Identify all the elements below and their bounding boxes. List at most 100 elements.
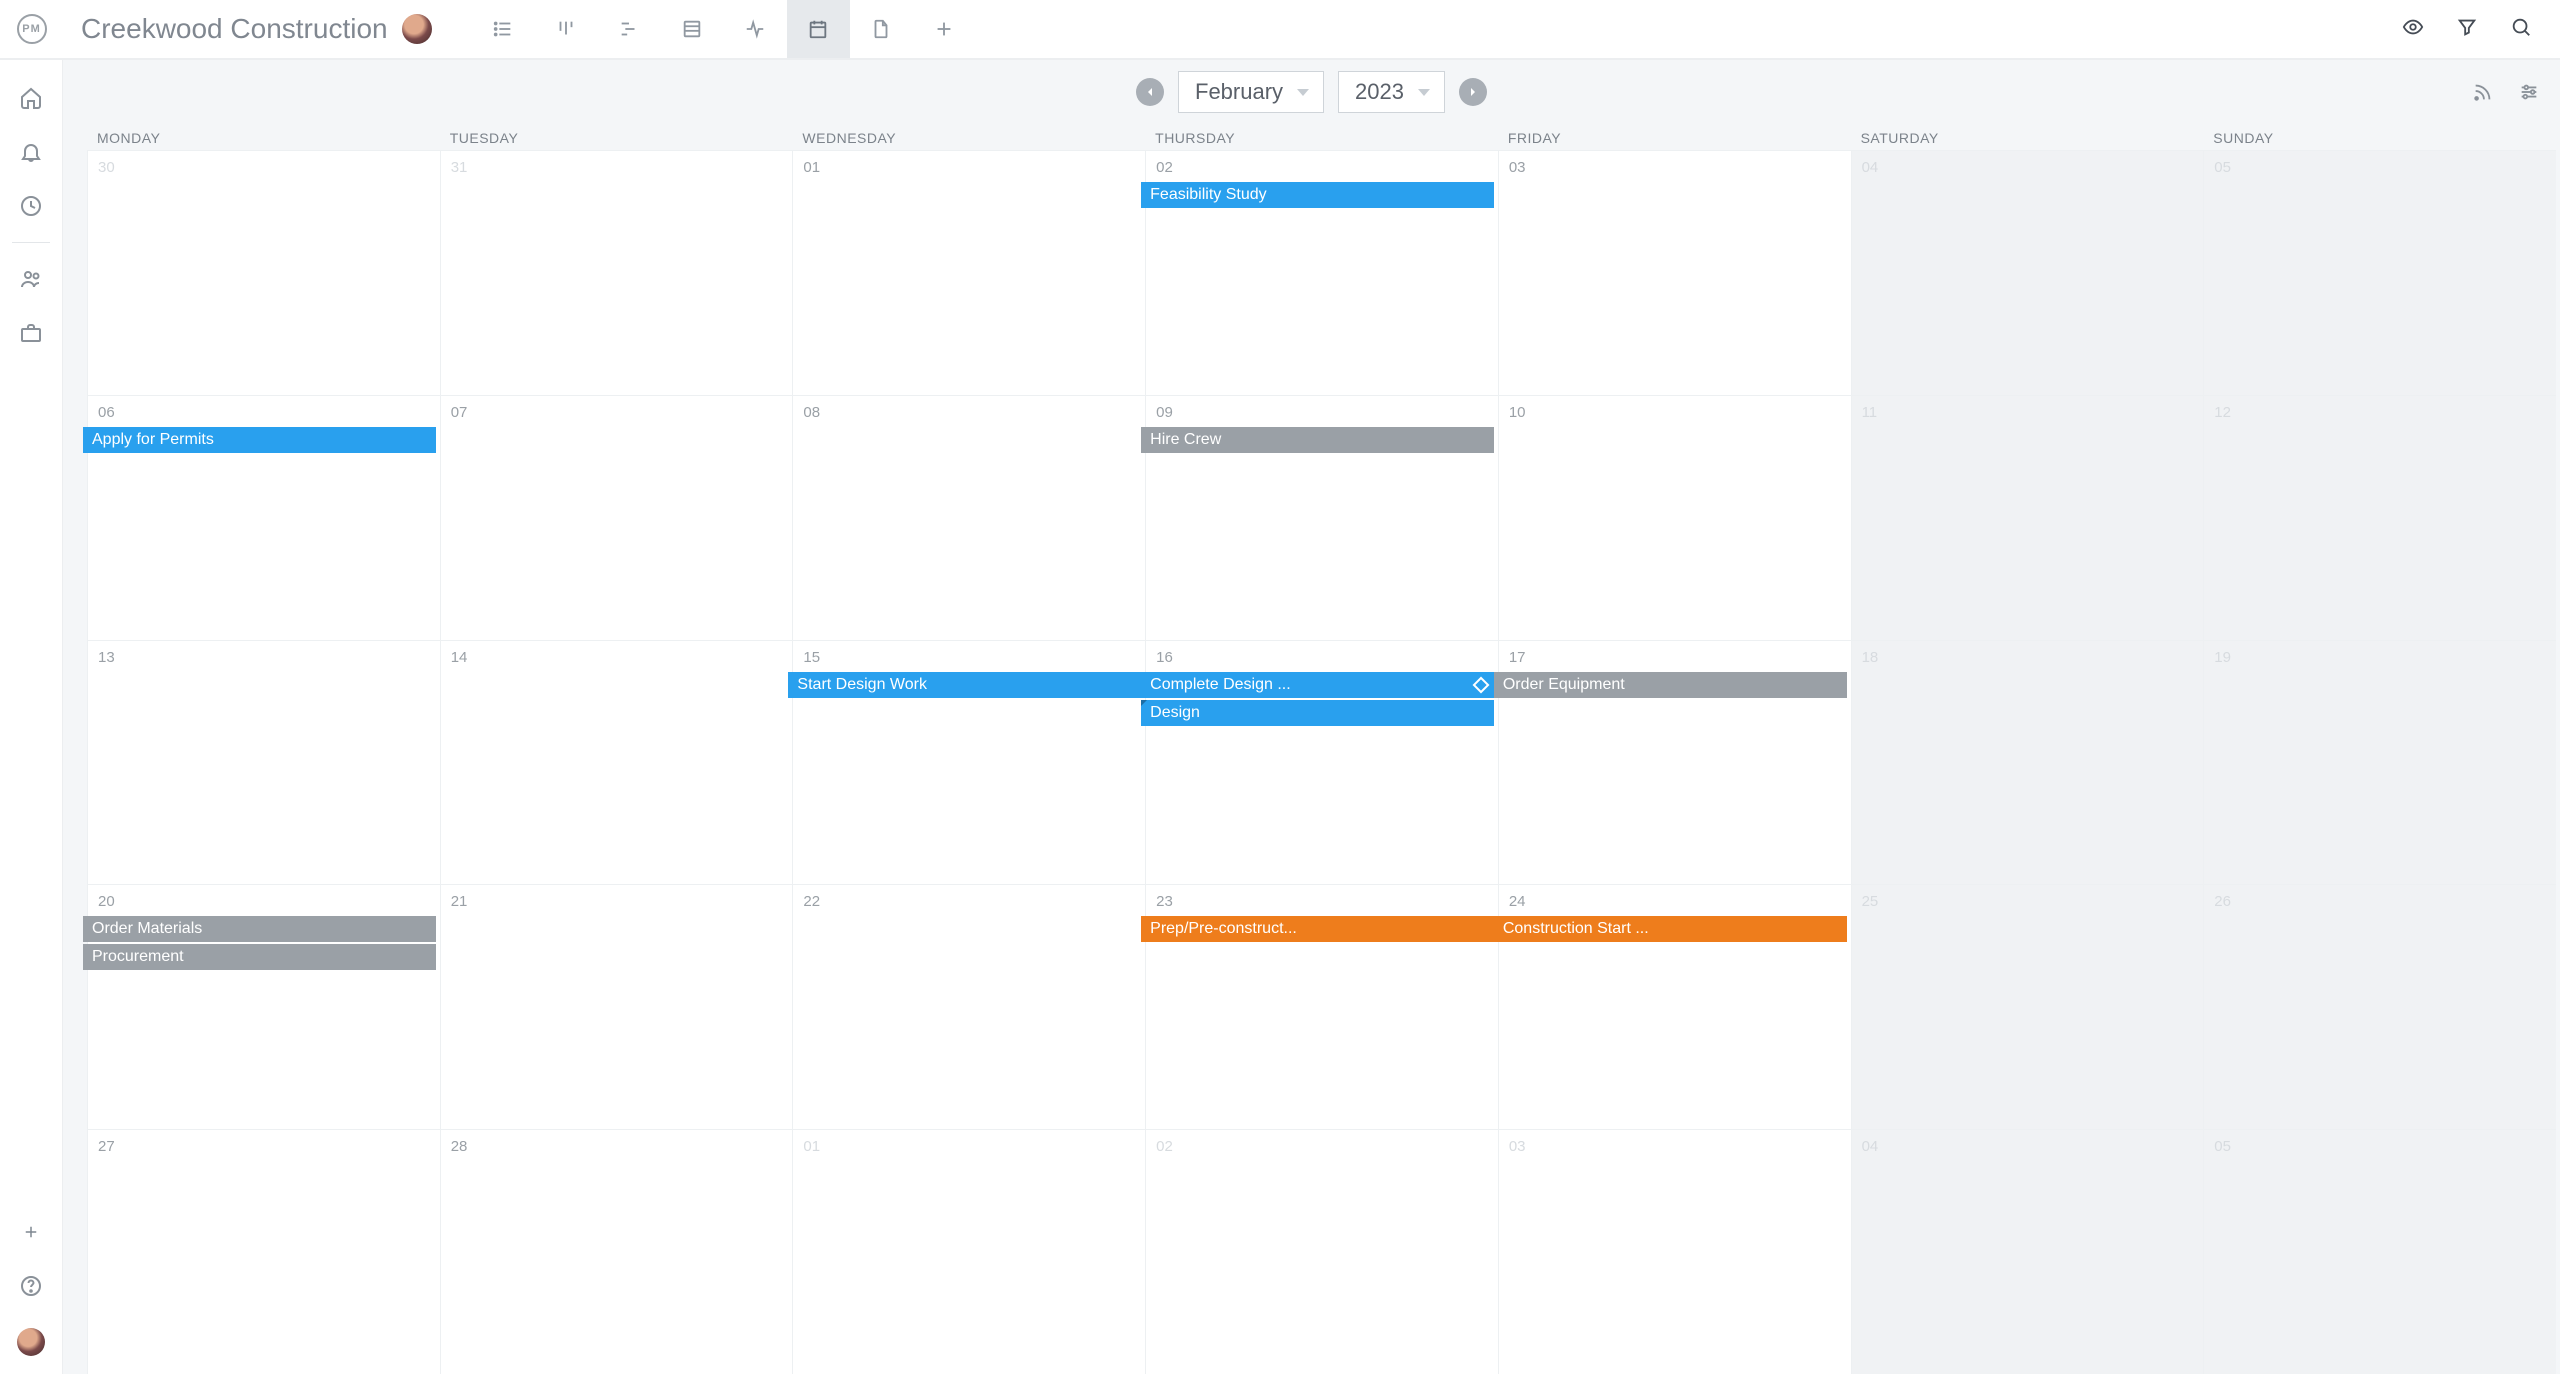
calendar-view-tab[interactable] <box>787 0 850 58</box>
day-cell[interactable]: 31 <box>440 150 793 395</box>
gantt-view-tab[interactable] <box>598 0 661 58</box>
activity-icon <box>744 18 766 40</box>
calendar-event[interactable]: Apply for Permits <box>83 427 436 453</box>
day-cell[interactable]: 04 <box>1851 1129 2204 1374</box>
calendar-event[interactable]: Complete Design ... <box>1141 672 1494 698</box>
day-cell[interactable]: 19 <box>2203 640 2556 885</box>
day-cell[interactable]: 03 <box>1498 150 1851 395</box>
nav-separator <box>12 242 49 243</box>
add-view-tab[interactable] <box>913 0 976 58</box>
calendar-grid: 3031010203040506070809101112131415161718… <box>87 150 2556 1374</box>
day-cell[interactable]: 03 <box>1498 1129 1851 1374</box>
files-view-tab[interactable] <box>850 0 913 58</box>
day-number: 09 <box>1156 404 1488 421</box>
day-cell[interactable]: 18 <box>1851 640 2204 885</box>
weekday-header: MONDAY <box>87 130 440 146</box>
nav-add-button[interactable] <box>19 1220 43 1244</box>
day-number: 13 <box>98 649 430 666</box>
view-switcher <box>472 0 976 58</box>
year-select[interactable]: 2023 <box>1338 71 1445 113</box>
day-cell[interactable]: 05 <box>2203 150 2556 395</box>
day-number: 04 <box>1862 1138 2194 1155</box>
weekday-header: SUNDAY <box>2203 130 2556 146</box>
day-number: 21 <box>451 893 783 910</box>
calendar-event[interactable]: Construction Start ... <box>1494 916 1847 942</box>
day-cell[interactable]: 01 <box>792 1129 1145 1374</box>
recent-icon[interactable] <box>19 194 43 218</box>
day-cell[interactable]: 13 <box>87 640 440 885</box>
notifications-icon[interactable] <box>19 140 43 164</box>
activity-view-tab[interactable] <box>724 0 787 58</box>
day-cell[interactable]: 28 <box>440 1129 793 1374</box>
gantt-icon <box>618 18 640 40</box>
day-cell[interactable]: 10 <box>1498 395 1851 640</box>
file-icon <box>870 18 892 40</box>
calendar-event[interactable]: Hire Crew <box>1141 427 1494 453</box>
sheet-view-tab[interactable] <box>661 0 724 58</box>
day-cell[interactable]: 11 <box>1851 395 2204 640</box>
calendar-panel: February 2023 MONDAYTUESDAYWEDNESDAYTHUR… <box>63 60 2560 1374</box>
search-button[interactable] <box>2510 16 2532 43</box>
day-cell[interactable]: 26 <box>2203 884 2556 1129</box>
day-number: 17 <box>1509 649 1841 666</box>
day-cell[interactable]: 22 <box>792 884 1145 1129</box>
calendar-event[interactable]: Order Materials <box>83 916 436 942</box>
feed-icon[interactable] <box>2472 81 2494 103</box>
weekday-headers: MONDAYTUESDAYWEDNESDAYTHURSDAYFRIDAYSATU… <box>87 124 2556 150</box>
help-icon[interactable] <box>19 1274 43 1298</box>
day-number: 05 <box>2214 1138 2546 1155</box>
day-cell[interactable]: 05 <box>2203 1129 2556 1374</box>
day-cell[interactable]: 14 <box>440 640 793 885</box>
eye-icon <box>2402 16 2424 38</box>
day-number: 14 <box>451 649 783 666</box>
day-cell[interactable]: 07 <box>440 395 793 640</box>
app-logo[interactable]: PM <box>0 14 63 44</box>
portfolio-icon[interactable] <box>19 321 43 345</box>
day-cell[interactable]: 02 <box>1145 1129 1498 1374</box>
day-cell[interactable]: 25 <box>1851 884 2204 1129</box>
calendar-event[interactable]: Procurement <box>83 944 436 970</box>
calendar-tools <box>2472 81 2540 103</box>
board-view-tab[interactable] <box>535 0 598 58</box>
day-cell[interactable]: 21 <box>440 884 793 1129</box>
next-month-button[interactable] <box>1459 78 1487 106</box>
day-number: 26 <box>2214 893 2546 910</box>
day-cell[interactable]: 27 <box>87 1129 440 1374</box>
calendar-event[interactable]: Order Equipment <box>1494 672 1847 698</box>
board-icon <box>555 18 577 40</box>
day-cell[interactable]: 12 <box>2203 395 2556 640</box>
day-number: 18 <box>1862 649 2194 666</box>
continuation-marker <box>1141 700 1147 706</box>
month-select[interactable]: February <box>1178 71 1324 113</box>
day-cell[interactable]: 01 <box>792 150 1145 395</box>
year-label: 2023 <box>1355 79 1404 105</box>
day-number: 01 <box>803 159 1135 176</box>
day-number: 15 <box>803 649 1135 666</box>
current-user-avatar[interactable] <box>17 1328 45 1356</box>
list-icon <box>492 18 514 40</box>
project-title[interactable]: Creekwood Construction <box>81 13 388 45</box>
settings-icon[interactable] <box>2518 81 2540 103</box>
project-owner-avatar[interactable] <box>402 14 432 44</box>
weekday-header: TUESDAY <box>440 130 793 146</box>
plus-icon <box>933 18 955 40</box>
calendar-event[interactable]: Prep/Pre-construct... <box>1141 916 1494 942</box>
calendar-event[interactable]: Start Design Work <box>788 672 1141 698</box>
day-cell[interactable]: 08 <box>792 395 1145 640</box>
team-icon[interactable] <box>19 267 43 291</box>
month-label: February <box>1195 79 1283 105</box>
day-number: 06 <box>98 404 430 421</box>
list-view-tab[interactable] <box>472 0 535 58</box>
visibility-button[interactable] <box>2402 16 2424 43</box>
day-cell[interactable]: 04 <box>1851 150 2204 395</box>
filter-icon <box>2456 16 2478 38</box>
calendar-event[interactable]: Feasibility Study <box>1141 182 1494 208</box>
weekday-header: SATURDAY <box>1851 130 2204 146</box>
filter-button[interactable] <box>2456 16 2478 43</box>
day-cell[interactable]: 30 <box>87 150 440 395</box>
prev-month-button[interactable] <box>1136 78 1164 106</box>
weekday-header: FRIDAY <box>1498 130 1851 146</box>
home-icon[interactable] <box>19 86 43 110</box>
weekday-header: WEDNESDAY <box>792 130 1145 146</box>
calendar-event[interactable]: Design <box>1141 700 1494 726</box>
